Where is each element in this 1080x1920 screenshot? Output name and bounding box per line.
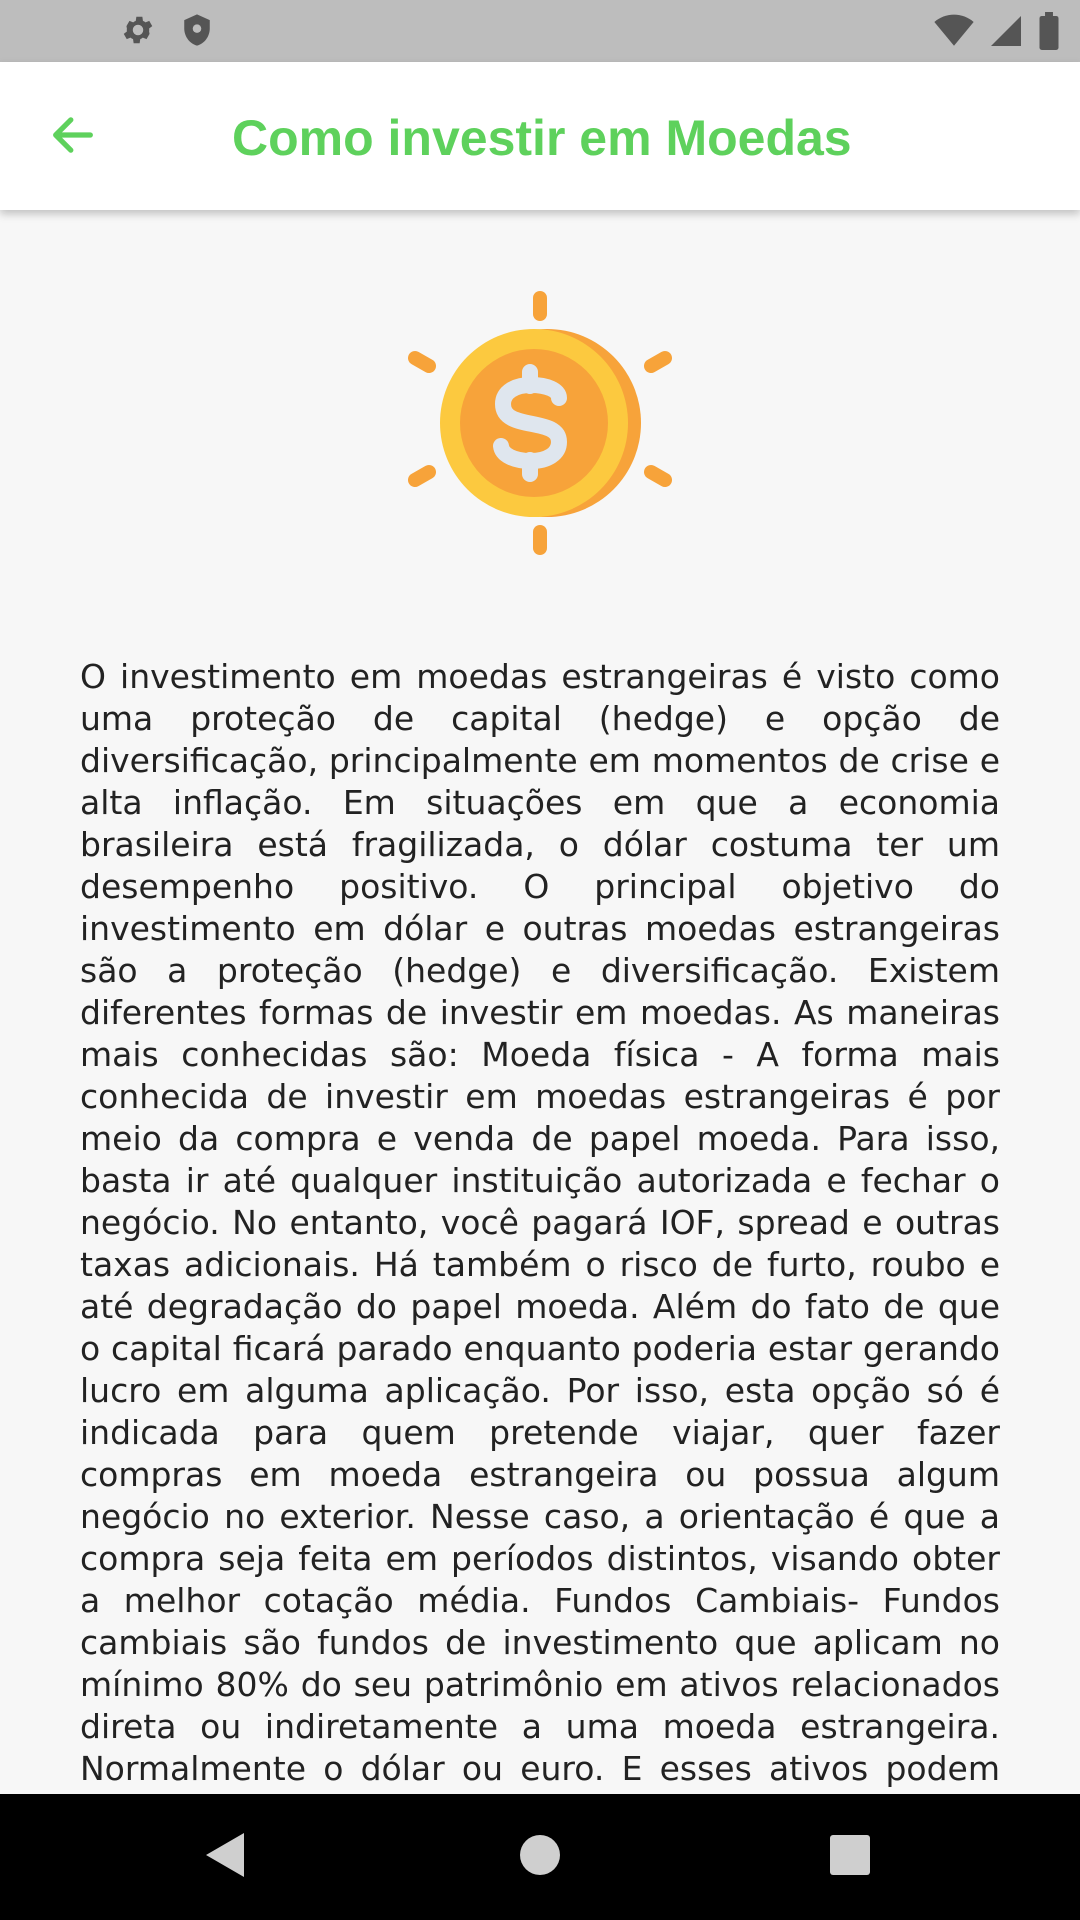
nav-recents-button[interactable]	[817, 1824, 883, 1890]
navigation-bar	[0, 1794, 1080, 1920]
back-triangle-icon	[204, 1831, 246, 1884]
shield-icon	[180, 12, 214, 53]
wifi-icon	[934, 13, 974, 54]
gear-icon	[120, 12, 156, 53]
coin-dollar-icon	[407, 290, 673, 556]
battery-icon	[1038, 12, 1060, 55]
home-circle-icon	[518, 1833, 562, 1882]
status-bar	[0, 0, 1080, 62]
arrow-left-icon	[47, 109, 99, 166]
content-scroll[interactable]: O investimento em moedas estrangeiras é …	[0, 210, 1080, 1794]
signal-icon	[988, 13, 1024, 54]
recents-square-icon	[829, 1834, 871, 1881]
article-text: O investimento em moedas estrangeiras é …	[80, 657, 1000, 1794]
back-button[interactable]	[38, 102, 108, 172]
app-bar: Como investir em Moedas	[0, 62, 1080, 210]
page-title: Como investir em Moedas	[232, 110, 852, 166]
nav-home-button[interactable]	[507, 1824, 573, 1890]
nav-back-button[interactable]	[192, 1824, 258, 1890]
